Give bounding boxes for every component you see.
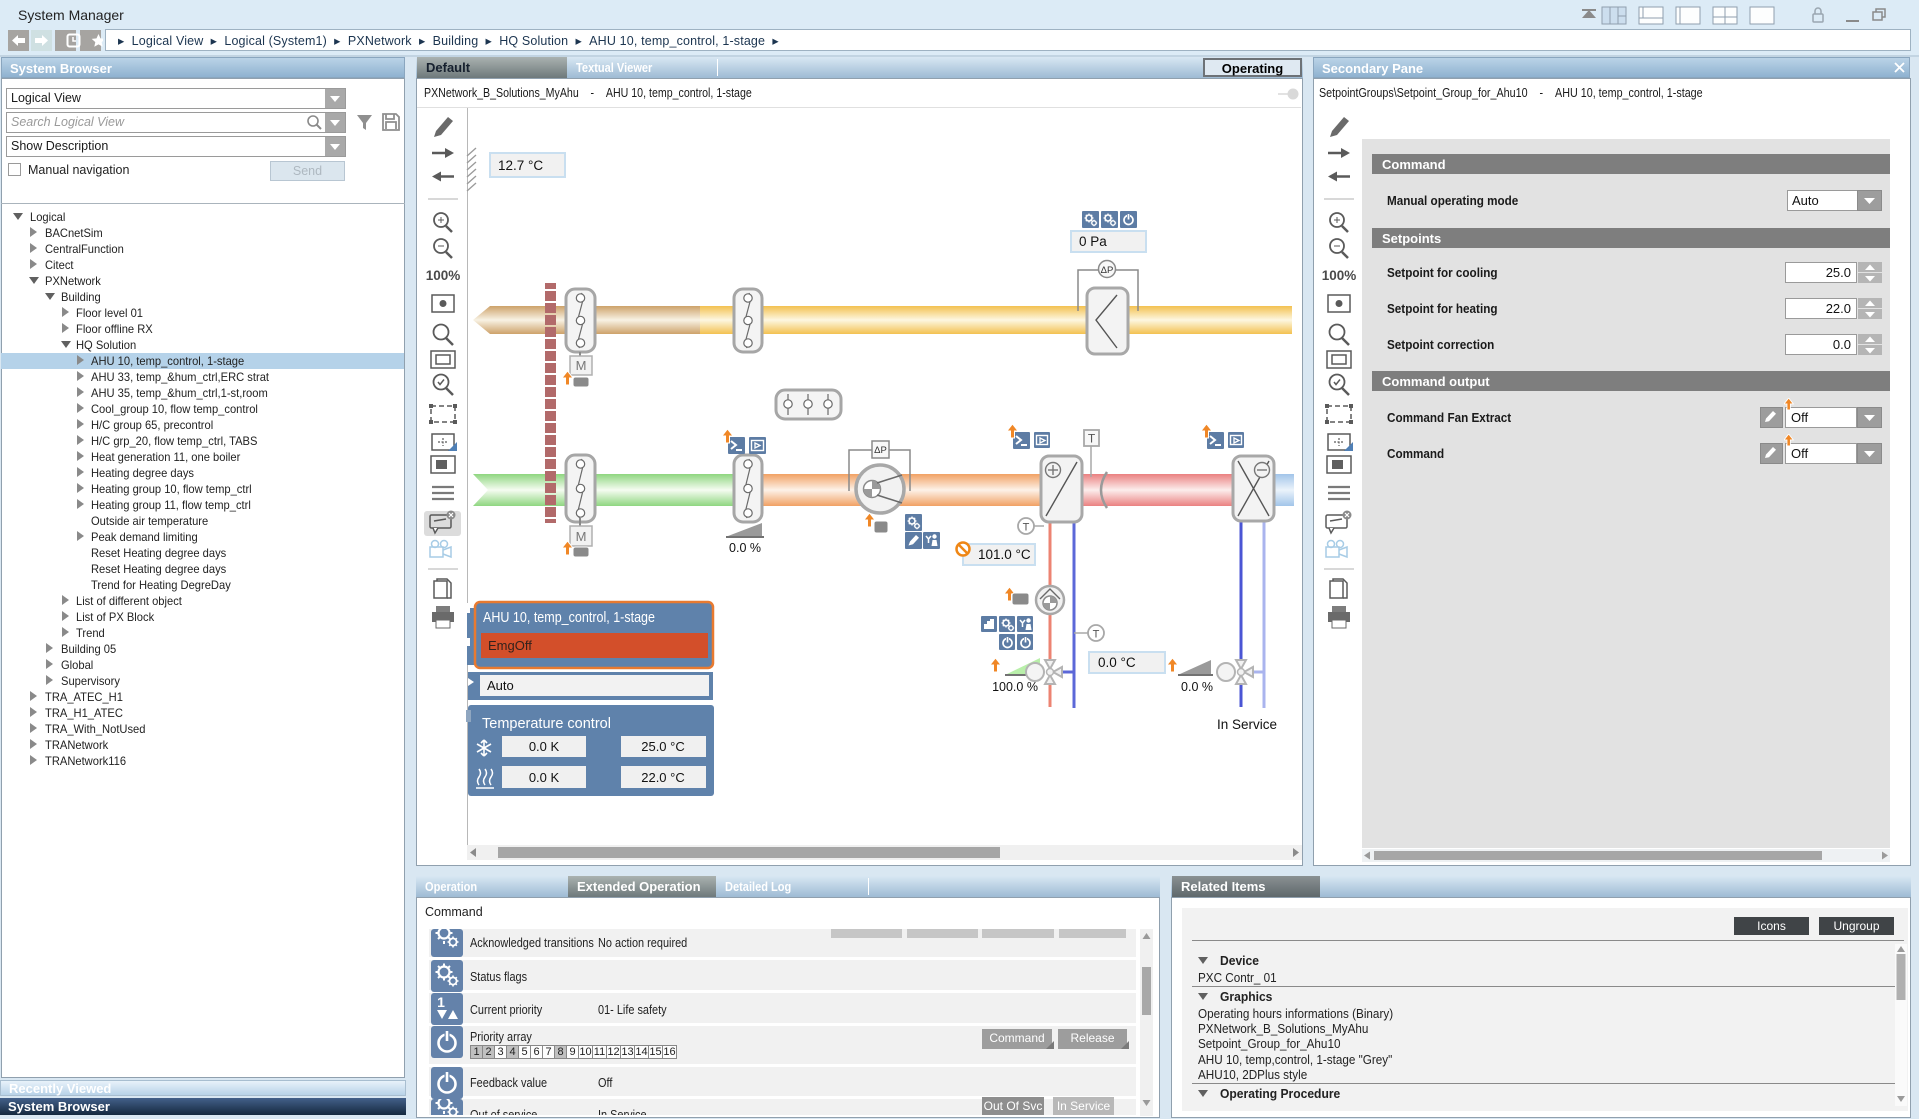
svg-text:0.0 °C: 0.0 °C [1098,655,1136,670]
svg-text:EmgOff: EmgOff [488,638,532,653]
svg-text:12.7 °C: 12.7 °C [498,158,543,173]
svg-text:25.0 °C: 25.0 °C [641,739,685,754]
svg-text:Auto: Auto [487,678,514,693]
svg-text:T: T [1088,432,1096,446]
svg-text:0.0 K: 0.0 K [529,739,560,754]
svg-text:M: M [576,358,587,373]
svg-text:101.0 °C: 101.0 °C [978,547,1031,562]
svg-text:T: T [1093,629,1100,641]
svg-text:0 Pa: 0 Pa [1079,234,1107,249]
svg-text:0.0 K: 0.0 K [529,770,560,785]
svg-text:In Service: In Service [1217,717,1277,732]
svg-text:ΔP: ΔP [1101,265,1114,276]
svg-text:ΔP: ΔP [874,445,887,456]
svg-text:T: T [1023,522,1030,534]
svg-text:0.0 %: 0.0 % [729,541,761,555]
svg-text:Temperature control: Temperature control [482,716,611,732]
svg-text:1: 1 [437,994,445,1010]
svg-text:0.0 %: 0.0 % [1181,680,1213,694]
svg-text:100.0 %: 100.0 % [992,680,1038,694]
svg-text:AHU 10, temp_control, 1-stage: AHU 10, temp_control, 1-stage [483,610,655,626]
svg-text:22.0 °C: 22.0 °C [641,770,685,785]
svg-text:M: M [576,529,587,544]
